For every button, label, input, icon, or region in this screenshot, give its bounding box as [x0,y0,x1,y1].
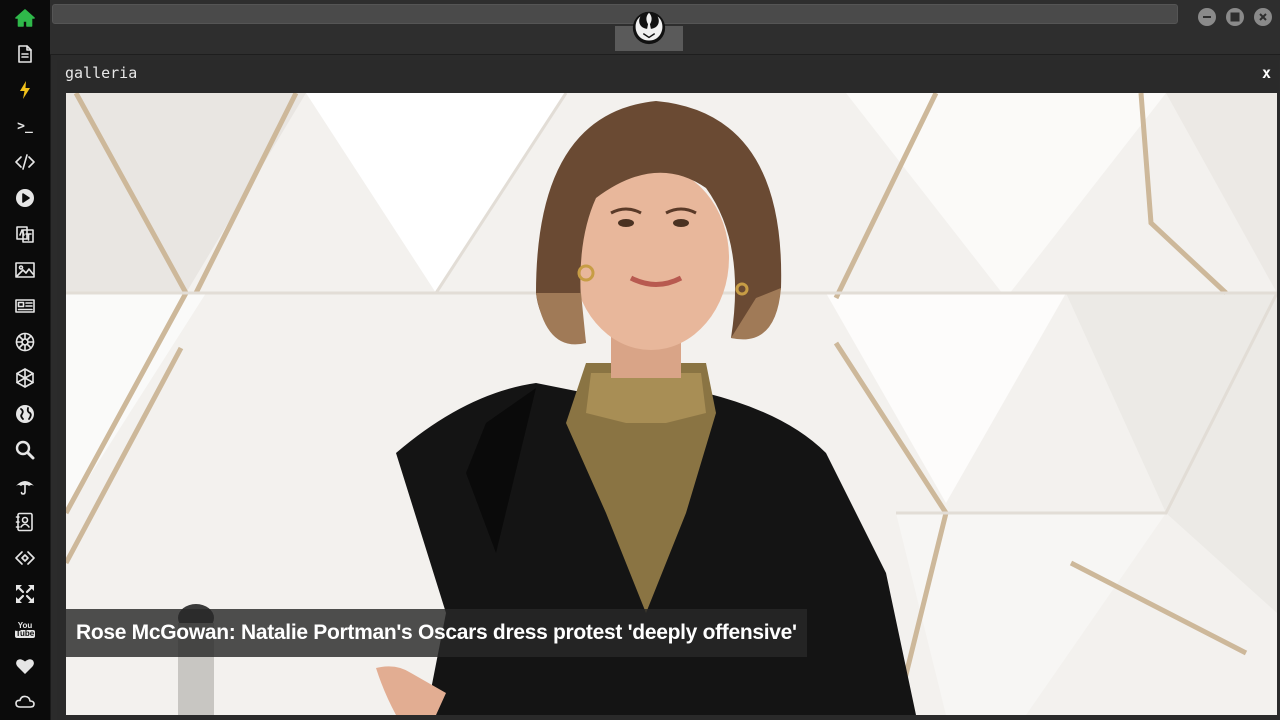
youtube-icon: You Tube [14,621,36,638]
gallery-window: galleria x Rose McGowan: Natalie Portman… [57,60,1279,720]
close-icon [1259,13,1267,21]
sidebar-item-umbrella[interactable] [13,474,37,498]
top-bar [50,0,1280,55]
sidebar-item-contacts[interactable] [13,510,37,534]
maximize-icon [1230,12,1240,22]
sidebar-item-document[interactable] [13,42,37,66]
photo-caption: Rose McGowan: Natalie Portman's Oscars d… [76,621,797,644]
diamond-code-icon [15,551,35,565]
expand-icon [15,584,35,604]
document-icon [18,45,32,63]
sidebar-item-globe[interactable] [13,402,37,426]
heart-icon [16,659,34,674]
sidebar-item-translate[interactable] [13,222,37,246]
news-icon [15,299,35,313]
gallery-close-button[interactable]: x [1262,64,1271,82]
gallery-title: galleria [65,64,138,82]
contacts-icon [15,512,33,532]
globe-icon [16,405,34,423]
cloud-icon [15,695,35,708]
empire-icon [15,332,35,352]
maximize-button[interactable] [1226,8,1244,26]
terminal-icon: >_ [17,118,33,134]
sidebar-item-youtube[interactable]: You Tube [13,618,37,642]
address-bar[interactable] [52,4,1178,24]
image-icon [15,262,35,278]
close-window-button[interactable] [1254,8,1272,26]
sidebar-item-heart[interactable] [13,654,37,678]
hexagon-icon [16,368,34,388]
sidebar-item-play[interactable] [13,186,37,210]
sidebar-item-image[interactable] [13,258,37,282]
search-icon [15,440,35,460]
umbrella-icon [16,481,34,495]
sidebar-item-news[interactable] [13,294,37,318]
play-icon [16,189,34,207]
rebel-alliance-icon [632,11,666,45]
sidebar-item-expand[interactable] [13,582,37,606]
sidebar-item-empire[interactable] [13,330,37,354]
minimize-button[interactable] [1198,8,1216,26]
sidebar-item-hexagon[interactable] [13,366,37,390]
sidebar-item-home[interactable] [13,6,37,30]
sidebar-item-bolt[interactable] [13,78,37,102]
sidebar-item-code[interactable] [13,150,37,174]
sidebar-item-search[interactable] [13,438,37,462]
code-icon [15,154,35,170]
bolt-icon [20,81,30,99]
translate-icon [16,226,34,243]
sidebar-item-terminal[interactable]: >_ [13,114,37,138]
sidebar: >_ You Tube [0,0,51,720]
minimize-icon [1203,16,1211,18]
sidebar-item-diamond-code[interactable] [13,546,37,570]
home-icon [15,9,35,27]
caption-box: Rose McGowan: Natalie Portman's Oscars d… [66,609,807,657]
sidebar-item-cloud[interactable] [13,690,37,714]
